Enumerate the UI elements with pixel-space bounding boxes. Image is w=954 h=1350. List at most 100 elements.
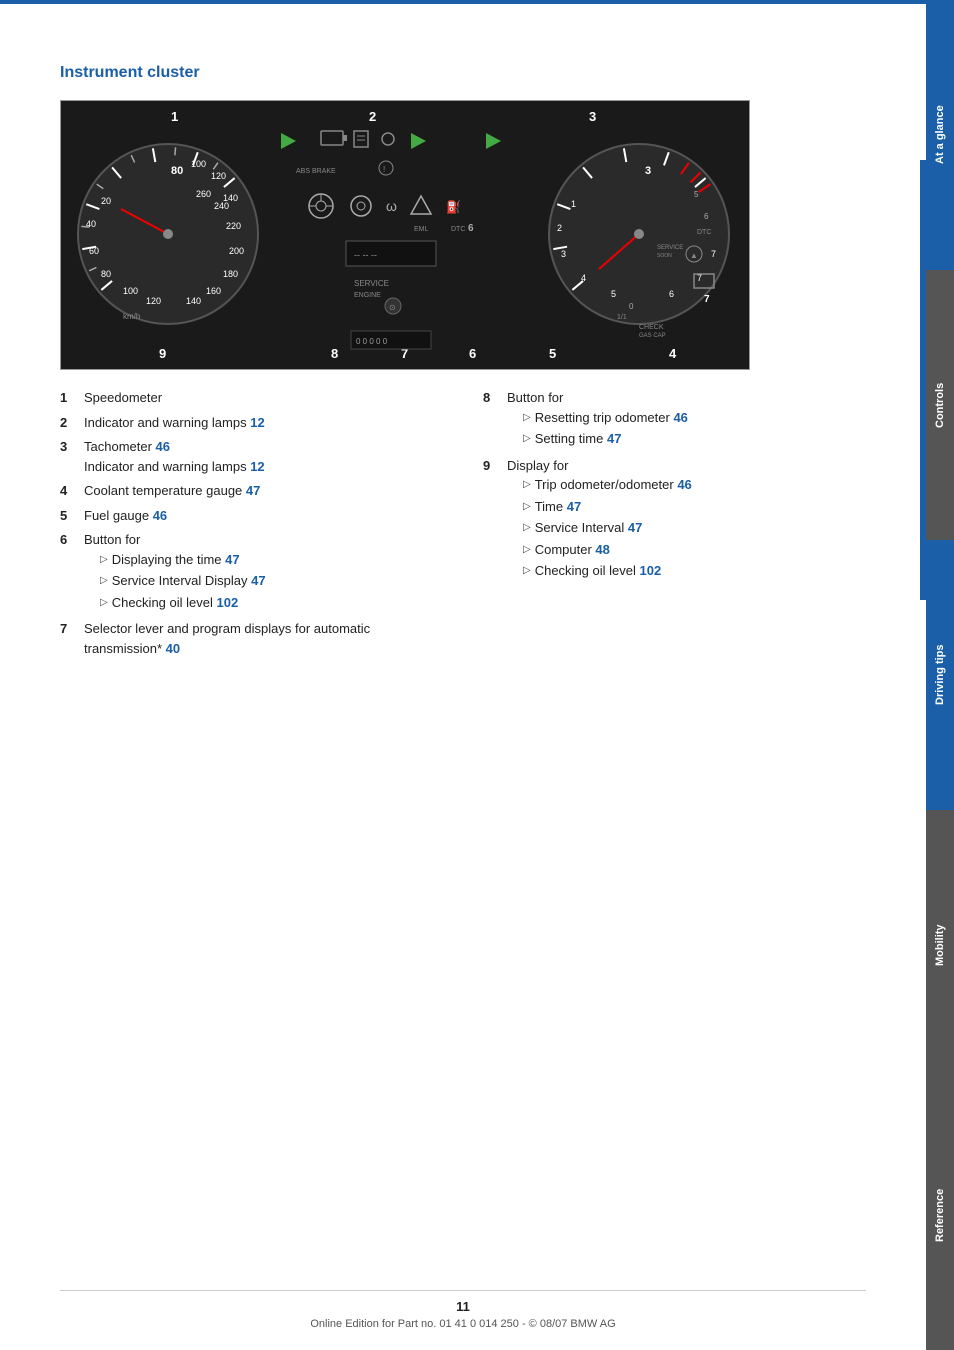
svg-text:GAS CAP: GAS CAP [639,333,666,339]
desc-item-8: 8 Button for ▷ Resetting trip odometer 4… [483,388,866,451]
desc-num-6: 6 [60,530,80,614]
svg-text:EML: EML [414,226,429,233]
cluster-label-9: 9 [159,346,166,361]
sub-item-9-1: ▷ Trip odometer/odometer 46 [523,475,866,495]
desc-text-2: Indicator and warning lamps 12 [84,413,443,433]
page-footer: 11 Online Edition for Part no. 01 41 0 0… [60,1290,866,1330]
link-8-2[interactable]: 47 [607,429,621,449]
page-number: 11 [60,1299,866,1314]
svg-text:▲: ▲ [690,251,698,260]
desc-num-2: 2 [60,413,80,433]
link-5[interactable]: 46 [153,508,167,523]
link-7[interactable]: 40 [166,641,180,656]
svg-text:120: 120 [211,171,226,181]
desc-num-4: 4 [60,481,80,501]
desc-num-8: 8 [483,388,503,451]
side-tabs-container: At a glance Controls Driving tips Mobili… [926,0,954,1350]
tab-controls[interactable]: Controls [926,270,954,540]
svg-text:180: 180 [223,269,238,279]
svg-text:6: 6 [704,212,709,221]
link-9-1[interactable]: 46 [677,475,691,495]
svg-text:km/h: km/h [123,312,140,321]
svg-text:20: 20 [101,196,111,206]
link-2[interactable]: 12 [250,415,264,430]
svg-text:CHECK: CHECK [639,324,664,331]
sub-item-9-4: ▷ Computer 48 [523,540,866,560]
svg-text:7: 7 [704,294,710,305]
svg-text:SERVICE: SERVICE [657,245,683,251]
link-6-2[interactable]: 47 [251,571,265,591]
link-8-1[interactable]: 46 [673,408,687,428]
tab-at-glance[interactable]: At a glance [926,0,954,270]
svg-text:⊙: ⊙ [389,303,396,312]
svg-text:160: 160 [206,286,221,296]
cluster-diagram: 1 2 3 9 8 7 6 5 4 [60,100,750,370]
svg-text:40: 40 [86,219,96,229]
link-6-1[interactable]: 47 [225,550,239,570]
svg-text:DTC: DTC [697,229,711,236]
sub-item-9-2: ▷ Time 47 [523,497,866,517]
desc-item-2: 2 Indicator and warning lamps 12 [60,413,443,433]
svg-text:260: 260 [196,189,211,199]
svg-text:3: 3 [561,249,566,259]
svg-text:SOON: SOON [657,253,672,259]
svg-text:240: 240 [214,201,229,211]
cluster-label-5: 5 [549,346,556,361]
center-display-svg: ABS BRAKE ! ω ⛽ EML DTC 6 [266,111,521,366]
desc-item-4: 4 Coolant temperature gauge 47 [60,481,443,501]
desc-left-col: 1 Speedometer 2 Indicator and warning la… [60,388,443,663]
desc-text-8: Button for ▷ Resetting trip odometer 46 … [507,388,866,451]
link-6-3[interactable]: 102 [217,593,239,613]
svg-text:3: 3 [645,165,651,177]
link-3b[interactable]: 12 [250,459,264,474]
desc-item-7: 7 Selector lever and program displays fo… [60,619,443,658]
desc-item-3: 3 Tachometer 46 Indicator and warning la… [60,437,443,476]
link-4[interactable]: 47 [246,483,260,498]
sub-arrow-6-3: ▷ [100,595,108,610]
sub-item-8-2: ▷ Setting time 47 [523,429,866,449]
sub-item-9-3: ▷ Service Interval 47 [523,518,866,538]
sub-item-9-5: ▷ Checking oil level 102 [523,561,866,581]
sub-item-6-1: ▷ Displaying the time 47 [100,550,443,570]
svg-text:80: 80 [171,165,183,177]
sub-arrow-9-1: ▷ [523,477,531,492]
desc-text-1: Speedometer [84,388,443,408]
desc-item-6: 6 Button for ▷ Displaying the time 47 ▷ … [60,530,443,614]
section-title: Instrument cluster [60,64,866,82]
svg-text:1: 1 [571,199,576,209]
svg-text:100: 100 [123,286,138,296]
svg-text:120: 120 [146,296,161,306]
svg-text:!: ! [383,165,385,174]
svg-text:7: 7 [711,249,716,259]
sub-arrow-9-5: ▷ [523,563,531,578]
svg-text:6: 6 [468,223,474,234]
svg-text:4: 4 [581,273,586,283]
link-3[interactable]: 46 [156,439,170,454]
tab-reference[interactable]: Reference [926,1080,954,1350]
svg-text:ABS BRAKE: ABS BRAKE [296,168,336,175]
svg-text:200: 200 [229,246,244,256]
svg-text:220: 220 [226,221,241,231]
link-9-5[interactable]: 102 [640,561,662,581]
desc-num-1: 1 [60,388,80,408]
link-9-3[interactable]: 47 [628,518,642,538]
sub-arrow-9-4: ▷ [523,542,531,557]
desc-num-9: 9 [483,456,503,583]
sub-item-8-1: ▷ Resetting trip odometer 46 [523,408,866,428]
link-9-4[interactable]: 48 [595,540,609,560]
svg-text:5: 5 [694,190,699,199]
tab-mobility[interactable]: Mobility [926,810,954,1080]
desc-text-5: Fuel gauge 46 [84,506,443,526]
desc-text-6: Button for ▷ Displaying the time 47 ▷ Se… [84,530,443,614]
tab-driving-tips[interactable]: Driving tips [926,540,954,810]
tachometer-svg: 1 2 3 4 5 3 6 7 7 5 6 SERVICE SOON ▲ [539,119,739,344]
sub-arrow-9-2: ▷ [523,499,531,514]
svg-text:80: 80 [101,269,111,279]
svg-text:DTC: DTC [451,226,465,233]
svg-text:5: 5 [611,289,616,299]
link-9-2[interactable]: 47 [567,497,581,517]
main-content: Instrument cluster 1 2 3 9 8 7 6 5 4 [0,4,926,1350]
desc-text-9: Display for ▷ Trip odometer/odometer 46 … [507,456,866,583]
svg-text:2: 2 [557,223,562,233]
desc-item-9: 9 Display for ▷ Trip odometer/odometer 4… [483,456,866,583]
